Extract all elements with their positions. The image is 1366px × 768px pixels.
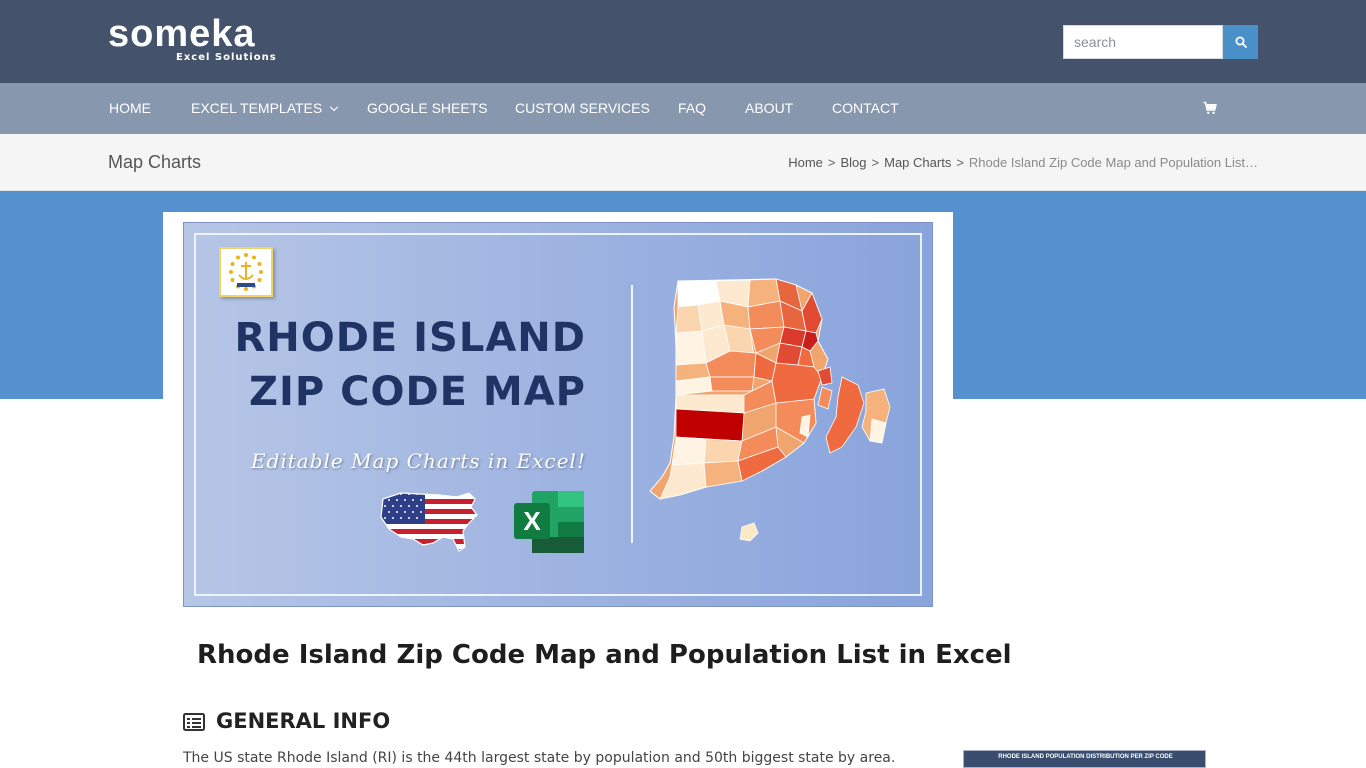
banner-subtitle: Editable Map Charts in Excel! xyxy=(250,449,586,473)
list-icon xyxy=(183,713,205,731)
us-map-flag-icon xyxy=(380,492,478,552)
nav-contact[interactable]: CONTACT xyxy=(832,83,899,134)
breadcrumb-home[interactable]: Home xyxy=(788,155,823,170)
nav-custom-services[interactable]: CUSTOM SERVICES xyxy=(515,83,650,134)
breadcrumb-separator: > xyxy=(871,155,880,170)
cart-icon[interactable] xyxy=(1203,101,1217,115)
main-nav: HOME EXCEL TEMPLATES GOOGLE SHEETS CUSTO… xyxy=(0,83,1366,134)
site-header: someka Excel Solutions xyxy=(0,0,1366,83)
nav-contact-label: CONTACT xyxy=(832,100,899,116)
nav-home-label: HOME xyxy=(109,100,151,116)
side-thumbnail-caption: RHODE ISLAND POPULATION DISTRIBUTION PER… xyxy=(998,754,1173,760)
search-icon xyxy=(1235,36,1247,48)
logo-tagline: Excel Solutions xyxy=(176,52,277,63)
side-thumbnail-image[interactable]: RHODE ISLAND POPULATION DISTRIBUTION PER… xyxy=(963,750,1206,768)
page-title-bar: Map Charts Home > Blog > Map Charts > Rhode Is… xyxy=(0,134,1366,191)
rhode-island-flag-icon xyxy=(219,247,273,297)
page-title: Map Charts xyxy=(108,152,202,172)
nav-custom-services-label: CUSTOM SERVICES xyxy=(515,100,650,116)
nav-home[interactable]: HOME xyxy=(109,83,151,134)
logo-wordmark: someka xyxy=(108,13,256,55)
search-input[interactable] xyxy=(1063,25,1223,59)
breadcrumb: Home > Blog > Map Charts > Rhode Island Zip Co… xyxy=(788,155,1258,170)
general-info-paragraph: The US state Rhode Island (RI) is the 44… xyxy=(183,750,896,766)
breadcrumb-blog[interactable]: Blog xyxy=(841,155,867,170)
article-title: Rhode Island Zip Code Map and Population… xyxy=(197,640,1012,670)
nav-about[interactable]: ABOUT xyxy=(745,83,793,134)
search-button[interactable] xyxy=(1223,25,1258,59)
nav-google-sheets-label: GOOGLE SHEETS xyxy=(367,100,488,116)
section-heading-general-info: GENERAL INFO xyxy=(216,709,391,733)
breadcrumb-separator: > xyxy=(827,155,836,170)
featured-banner-image: RHODE ISLAND ZIP CODE MAP Editable Map C… xyxy=(183,222,933,607)
nav-excel-templates[interactable]: EXCEL TEMPLATES xyxy=(191,83,339,134)
nav-faq[interactable]: FAQ xyxy=(678,83,706,134)
nav-excel-templates-label: EXCEL TEMPLATES xyxy=(191,100,323,116)
nav-faq-label: FAQ xyxy=(678,100,707,116)
banner-title-line1: RHODE ISLAND xyxy=(234,315,586,361)
rhode-island-zip-map xyxy=(649,278,891,542)
excel-logo-icon: X xyxy=(514,491,584,553)
breadcrumb-current: Rhode Island Zip Code Map and Population… xyxy=(968,155,1258,170)
breadcrumb-separator: > xyxy=(956,155,964,170)
nav-about-label: ABOUT xyxy=(745,100,794,116)
banner-divider xyxy=(631,285,633,543)
nav-google-sheets[interactable]: GOOGLE SHEETS xyxy=(367,83,488,134)
excel-letter: X xyxy=(523,506,541,536)
someka-logo[interactable]: someka Excel Solutions xyxy=(108,13,276,63)
chevron-down-icon xyxy=(329,102,339,112)
breadcrumb-map-charts[interactable]: Map Charts xyxy=(884,155,951,170)
banner-title-line2: ZIP CODE MAP xyxy=(248,369,586,415)
